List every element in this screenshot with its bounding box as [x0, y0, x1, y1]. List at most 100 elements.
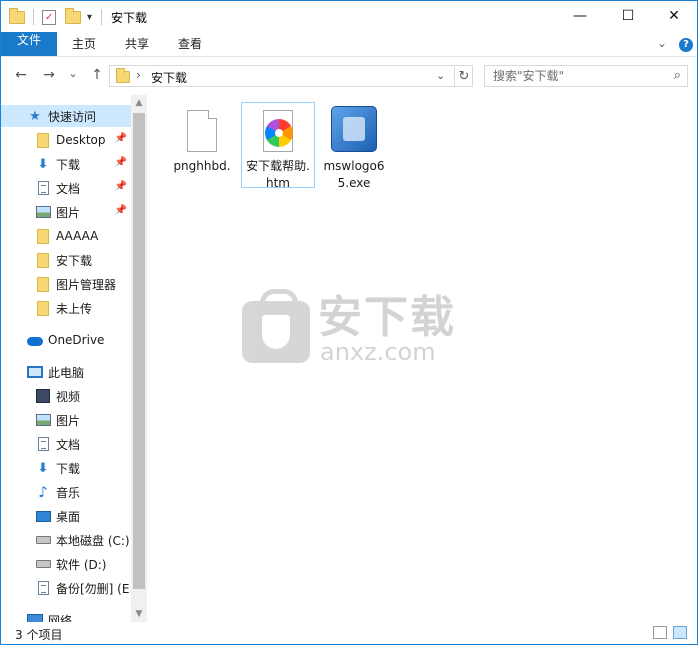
explorer-window: ✓ ▾ 安下载 — ☐ ✕ 文件 主页 共享 查看 ⌄ ? ← → ⌄ ↑ › … — [0, 0, 698, 645]
sidebar-item-label: 桌面 — [56, 509, 81, 524]
search-input[interactable] — [493, 69, 653, 83]
scrollbar-thumb[interactable] — [133, 113, 145, 589]
sidebar-item-music[interactable]: ♪ 音乐 — [1, 481, 131, 503]
sidebar-item-label: 软件 (D:) — [56, 557, 107, 572]
details-view-icon[interactable] — [653, 626, 667, 639]
sidebar-item-downloads[interactable]: ⬇ 下载 📌 — [1, 153, 131, 175]
breadcrumb-separator[interactable]: › — [136, 68, 141, 82]
sidebar-item-videos[interactable]: 视频 — [1, 385, 131, 407]
tab-file[interactable]: 文件 — [1, 32, 57, 56]
search-box[interactable]: ⌕ — [484, 65, 688, 87]
sidebar-item-pictures[interactable]: 图片 📌 — [1, 201, 131, 223]
properties-icon[interactable]: ✓ — [42, 8, 56, 26]
breadcrumb-item[interactable]: 安下载 — [151, 69, 187, 86]
star-icon: ★ — [29, 108, 41, 124]
qa-dropdown-icon[interactable]: ▾ — [87, 8, 92, 26]
sidebar-item-not-uploaded[interactable]: 未上传 — [1, 297, 131, 319]
network-icon — [27, 612, 43, 622]
file-item[interactable]: 安下载帮助.htm — [241, 102, 315, 190]
sidebar-item-desktop-pc[interactable]: 桌面 — [1, 505, 131, 527]
large-icons-view-icon[interactable] — [673, 626, 687, 639]
scroll-down-arrow[interactable]: ▼ — [131, 606, 147, 622]
separator — [33, 8, 34, 26]
sidebar-item-anxiazai[interactable]: 安下载 — [1, 249, 131, 271]
address-dropdown-icon[interactable]: ⌄ — [436, 69, 445, 82]
sidebar-item-aaaaa[interactable]: AAAAA — [1, 225, 131, 247]
tab-home[interactable]: 主页 — [61, 32, 107, 56]
sidebar-item-documents[interactable]: 文档 📌 — [1, 177, 131, 199]
blank-file-icon — [178, 106, 226, 154]
search-icon[interactable]: ⌕ — [674, 68, 681, 83]
htm-file-icon — [254, 106, 302, 154]
computer-icon — [27, 364, 43, 380]
tab-share[interactable]: 共享 — [114, 32, 160, 56]
video-icon — [35, 388, 51, 404]
exe-file-icon — [330, 106, 378, 154]
file-item[interactable]: mswlogo65.exe — [317, 103, 391, 192]
drive-icon — [35, 556, 51, 572]
folder-icon — [35, 300, 51, 316]
sidebar-item-picture-manager[interactable]: 图片管理器 — [1, 273, 131, 295]
download-icon: ⬇ — [37, 460, 49, 476]
sidebar-item-pc-documents[interactable]: 文档 — [1, 433, 131, 455]
up-button[interactable]: ↑ — [87, 67, 107, 83]
document-icon — [35, 580, 51, 596]
sidebar-item-label: 下载 — [56, 157, 81, 172]
document-icon — [35, 180, 51, 196]
close-button[interactable]: ✕ — [651, 1, 697, 31]
new-folder-icon[interactable] — [65, 7, 81, 26]
sidebar-item-label: AAAAA — [56, 229, 99, 243]
pin-icon[interactable]: 📌 — [115, 157, 127, 168]
sidebar-item-this-pc[interactable]: 此电脑 — [1, 361, 131, 383]
file-item[interactable]: pnghhbd. — [165, 103, 239, 175]
refresh-button[interactable]: ↻ — [454, 67, 473, 86]
maximize-button[interactable]: ☐ — [605, 1, 651, 31]
folder-icon — [35, 228, 51, 244]
folder-icon — [35, 276, 51, 292]
sidebar-item-pc-pictures[interactable]: 图片 — [1, 409, 131, 431]
sidebar-item-label: 文档 — [56, 437, 81, 452]
sidebar-item-onedrive[interactable]: OneDrive — [1, 329, 131, 351]
sidebar-item-desktop[interactable]: Desktop 📌 — [1, 129, 131, 151]
recent-locations-button[interactable]: ⌄ — [63, 67, 83, 80]
title-bar: ✓ ▾ 安下载 — ☐ ✕ — [1, 1, 697, 32]
folder-icon — [116, 68, 130, 83]
back-button[interactable]: ← — [11, 67, 31, 83]
help-icon[interactable]: ? — [679, 38, 693, 52]
sidebar-item-label: 图片管理器 — [56, 277, 117, 292]
pin-icon[interactable]: 📌 — [115, 133, 127, 144]
sidebar-item-pc-downloads[interactable]: ⬇ 下载 — [1, 457, 131, 479]
download-icon: ⬇ — [37, 156, 49, 172]
sidebar-item-drive-e[interactable]: 备份[勿删] (E: — [1, 577, 134, 599]
sidebar-item-label: 视频 — [56, 389, 81, 404]
forward-button[interactable]: → — [39, 67, 59, 83]
item-count: 3 个项目 — [15, 628, 63, 642]
sidebar-item-label: 音乐 — [56, 485, 81, 500]
sidebar-item-quick-access[interactable]: ★ 快速访问 — [1, 105, 131, 127]
file-name: 安下载帮助.htm — [246, 159, 310, 190]
sidebar-item-label: OneDrive — [48, 333, 105, 347]
pin-icon[interactable]: 📌 — [115, 205, 127, 216]
sidebar-item-label: 下载 — [56, 461, 81, 476]
sidebar-item-drive-d[interactable]: 软件 (D:) — [1, 553, 131, 575]
shopping-bag-icon — [242, 289, 310, 363]
file-list: pnghhbd. 安下载帮助.htm mswlogo65.exe 安下载 anx… — [147, 95, 697, 622]
address-bar[interactable]: › 安下载 ⌄ ↻ — [109, 65, 473, 87]
navigation-bar: ← → ⌄ ↑ › 安下载 ⌄ ↻ ⌕ — [1, 57, 697, 95]
folder-icon — [9, 7, 25, 26]
sidebar-item-label: 未上传 — [56, 301, 93, 316]
pin-icon[interactable]: 📌 — [115, 181, 127, 192]
sidebar-item-drive-c[interactable]: 本地磁盘 (C:) — [1, 529, 131, 551]
sidebar-item-label: Desktop — [56, 133, 106, 147]
tab-view[interactable]: 查看 — [167, 32, 213, 56]
desktop-icon — [35, 508, 51, 524]
sidebar-item-network[interactable]: 网络 — [1, 609, 131, 622]
music-icon: ♪ — [38, 483, 48, 501]
sidebar-item-label: 备份[勿删] (E: — [56, 581, 134, 596]
sidebar-scrollbar[interactable]: ▲ ▼ — [131, 95, 147, 622]
minimize-button[interactable]: — — [557, 1, 603, 31]
window-title: 安下载 — [111, 11, 148, 25]
scroll-up-arrow[interactable]: ▲ — [131, 95, 147, 111]
sidebar-item-label: 安下载 — [56, 253, 93, 268]
ribbon-collapse-icon[interactable]: ⌄ — [657, 36, 667, 50]
